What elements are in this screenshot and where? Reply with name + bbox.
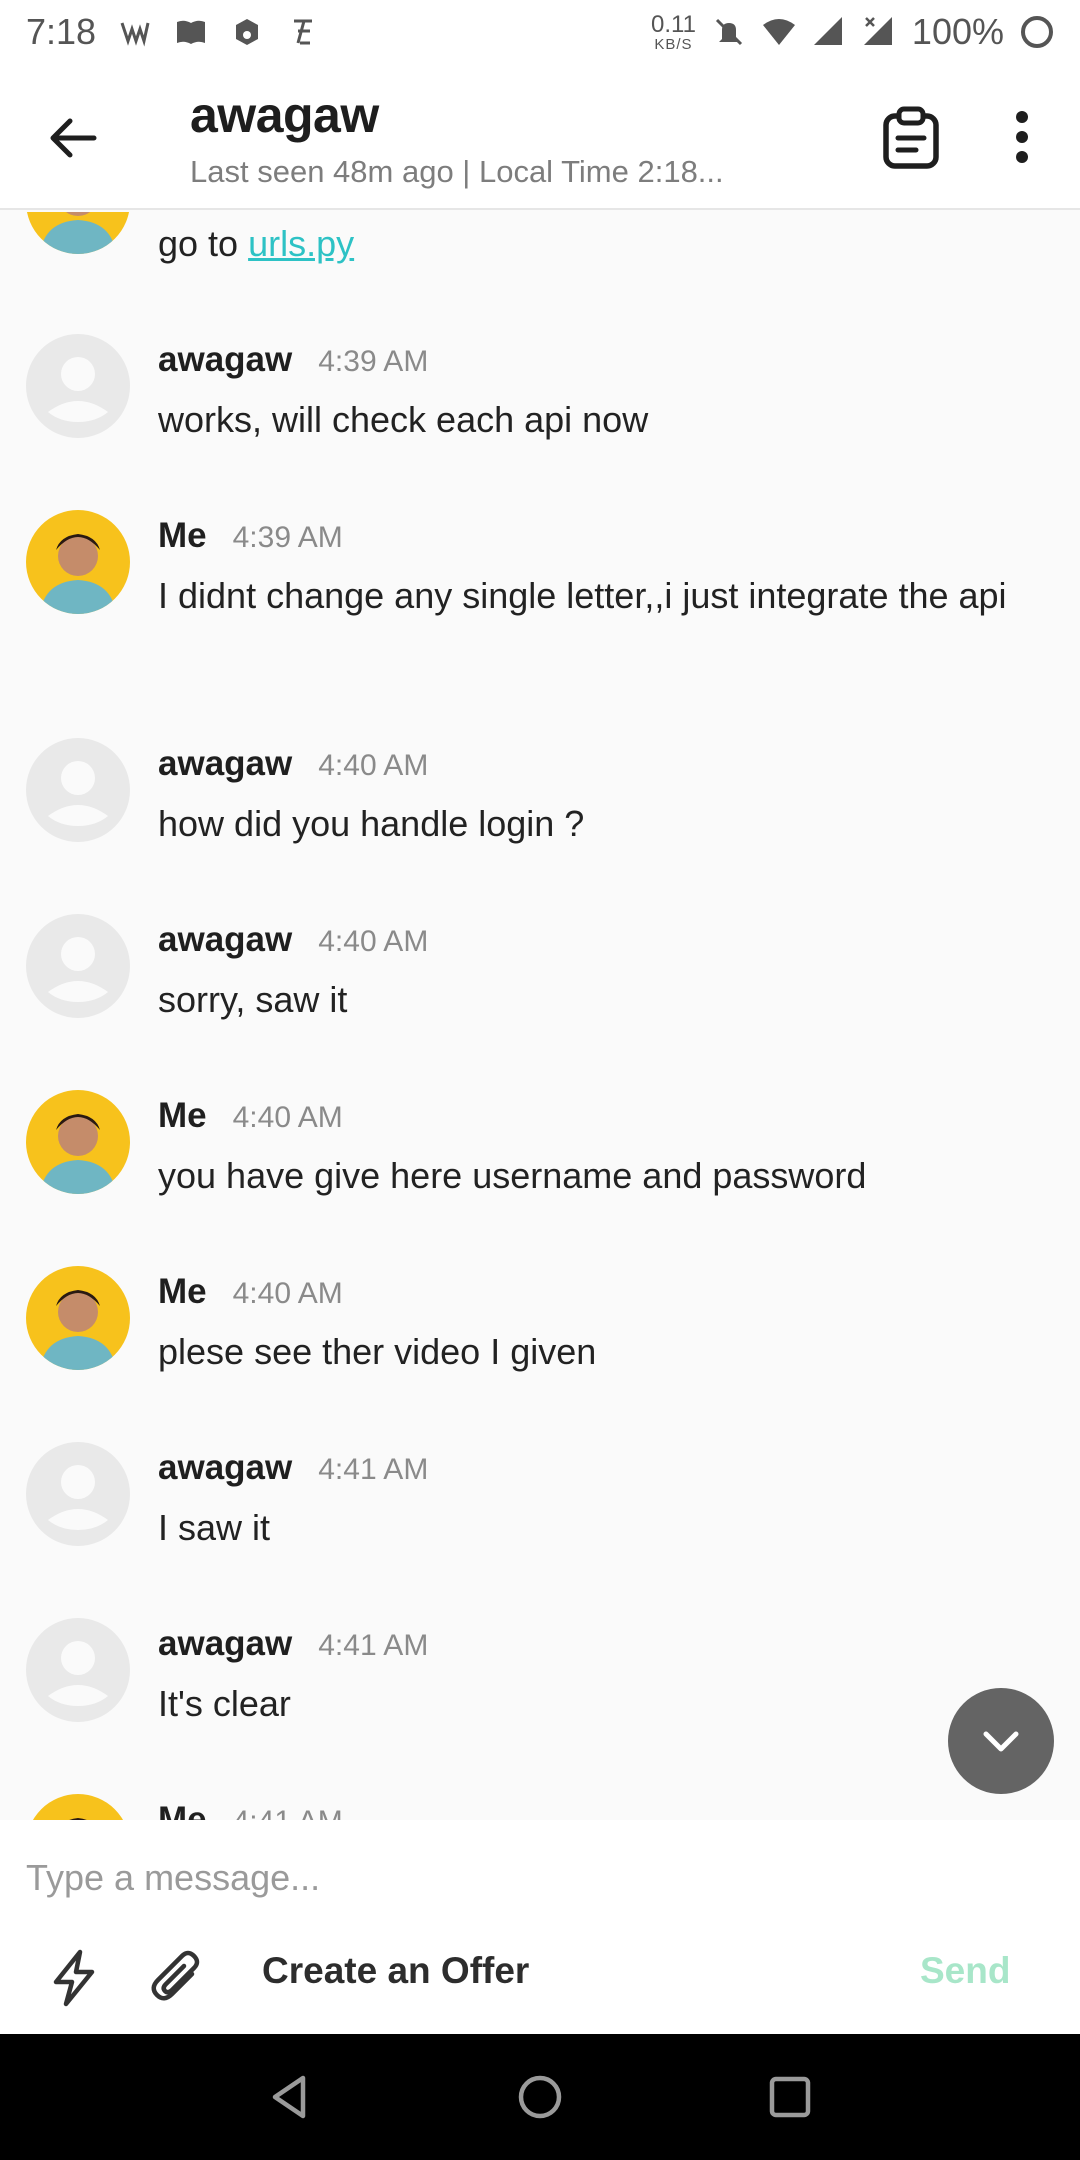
nav-back-icon[interactable] [265,2072,315,2122]
wifi-icon [762,19,795,45]
message-meta: awagaw 4:40 AM [158,920,428,960]
notification-icon [120,22,150,47]
default-user-icon [48,1465,108,1530]
message-text: It's clear [158,1683,291,1724]
default-user-icon [48,937,108,1002]
system-nav-bar [0,2034,1080,2160]
message-list[interactable]: go to urls.py awagaw 4:39 AM works, will… [0,212,1080,1820]
sender-name: Me [158,516,207,555]
message-time: 4:40 AM [232,1101,343,1134]
send-button[interactable]: Send [920,1950,1010,1992]
message-time: 4:39 AM [232,521,343,554]
message-time: 4:41 AM [233,1805,343,1820]
default-user-icon [48,1641,108,1706]
sender-name: Me [158,1096,207,1135]
message-text: go to urls.py [158,218,1048,270]
chevron-down-icon [983,1731,1019,1752]
user-photo-icon [69,1818,87,1820]
sender-name: awagaw [158,920,293,959]
message-time: 4:39 AM [318,345,429,378]
user-photo-icon [40,212,116,254]
create-offer-button[interactable]: Create an Offer [262,1950,529,1992]
net-speed-value: 0.11 [650,10,696,38]
mute-icon [715,18,742,46]
app-icon [294,19,313,45]
avatar-me[interactable] [26,212,130,254]
avatar-placeholder[interactable] [26,738,130,842]
message-input[interactable] [26,1848,1046,1908]
message-text: sorry, saw it [158,979,348,1020]
net-speed-unit: KB/S [654,35,693,53]
lightning-icon[interactable] [44,1948,104,2008]
avatar-me[interactable] [26,1266,130,1370]
message-time: 4:41 AM [318,1453,429,1486]
sender-name: awagaw [158,1448,293,1487]
url-link[interactable]: urls.py [248,223,354,264]
message-meta: awagaw 4:39 AM [158,340,428,380]
message-time: 4:41 AM [318,1629,429,1662]
status-bar: 7:18 0.11 KB/S 100% [0,0,1080,64]
message-meta: Me 4:41 AM [158,1800,343,1820]
message-text: I saw it [158,1507,271,1548]
sender-name: awagaw [158,744,293,783]
avatar-placeholder[interactable] [26,914,130,1018]
message-time: 4:40 AM [232,1277,343,1310]
avatar-placeholder[interactable] [26,1618,130,1722]
net-speed: 0.11 KB/S [650,10,696,53]
nav-recents-icon[interactable] [765,2072,815,2122]
default-user-icon [48,357,108,422]
sender-name: awagaw [158,340,293,379]
message-time: 4:40 AM [318,925,429,958]
message-meta: awagaw 4:40 AM [158,744,428,784]
user-photo-icon [40,534,116,614]
back-arrow-icon[interactable] [44,108,104,168]
message-meta: awagaw 4:41 AM [158,1624,428,1664]
message-text: you have give here username and password [158,1155,867,1196]
message-meta: Me 4:40 AM [158,1272,343,1312]
default-user-icon [48,761,108,826]
more-options-icon[interactable] [1000,104,1044,170]
contact-name: awagaw [190,87,379,143]
contact-info[interactable]: awagaw Last seen 48m ago | Local Time 2:… [190,86,790,190]
message-text: works, will check each api now [158,399,649,440]
scroll-to-bottom-button[interactable] [948,1688,1054,1794]
message-meta: Me 4:40 AM [158,1096,343,1136]
battery-icon [1021,16,1053,48]
last-seen-status: Last seen 48m ago | Local Time 2:18... [190,154,724,189]
message-meta: Me 4:39 AM [158,516,343,556]
message-meta: awagaw 4:41 AM [158,1448,428,1488]
user-photo-icon [40,1290,116,1370]
avatar-me[interactable] [26,1794,130,1820]
clipboard-icon[interactable] [878,104,944,170]
battery-percent: 100% [911,11,1004,52]
nav-home-icon[interactable] [515,2072,565,2122]
message-text: plese see ther video I given [158,1331,597,1372]
message-text-prefix: go to [158,223,249,264]
message-composer: Create an Offer Send [0,1820,1080,2034]
message-time: 4:40 AM [318,749,429,782]
message-text: I didnt change any single letter,,i just… [158,575,1007,616]
message-text: how did you handle login ? [158,803,585,844]
avatar-placeholder[interactable] [26,1442,130,1546]
avatar-placeholder[interactable] [26,334,130,438]
user-photo-icon [40,1114,116,1194]
sender-name: Me [158,1800,207,1820]
paperclip-icon[interactable] [148,1948,208,2008]
music-icon [236,19,259,45]
signal-x-icon [863,17,892,45]
avatar-me[interactable] [26,1090,130,1194]
avatar-me[interactable] [26,510,130,614]
signal-icon [813,17,842,45]
chat-header: awagaw Last seen 48m ago | Local Time 2:… [0,64,1080,210]
status-time: 7:18 [26,11,97,52]
sender-name: Me [158,1272,207,1311]
book-icon [177,20,206,44]
sender-name: awagaw [158,1624,293,1663]
